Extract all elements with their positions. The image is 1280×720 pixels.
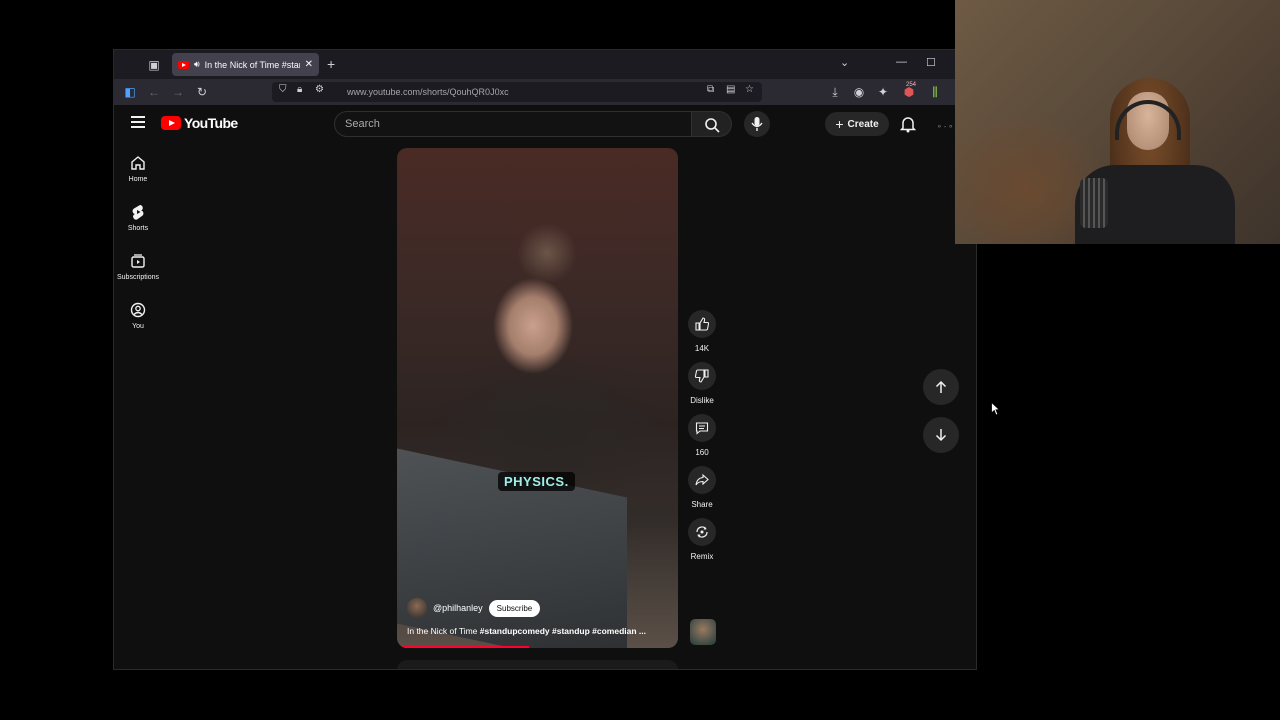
sidebar-item-home[interactable]: Home	[114, 155, 162, 183]
youtube-favicon-icon	[178, 60, 189, 69]
youtube-wordmark: YouTube	[184, 115, 238, 131]
comment-count: 160	[695, 448, 709, 457]
like-count: 14K	[694, 344, 710, 353]
maximize-icon[interactable]: ☐	[926, 56, 936, 69]
short-video-player[interactable]: PHYSICS. @philhanley Subscribe In the Ni…	[397, 148, 678, 648]
comments-button[interactable]: 160	[684, 414, 720, 457]
microphone-prop	[1080, 178, 1108, 228]
subscriptions-icon	[131, 254, 145, 268]
thumbs-down-icon	[695, 369, 709, 383]
create-label: Create	[847, 118, 879, 130]
video-title[interactable]: In the Nick of Time #standupcomedy #stan…	[407, 626, 672, 636]
tab-list-chevron-icon[interactable]: ⌄	[840, 56, 849, 69]
you-icon	[130, 302, 146, 318]
like-button[interactable]: 14K	[684, 310, 720, 353]
equalizer-icon[interactable]: ⫼	[927, 84, 943, 100]
sidebar-item-shorts[interactable]: Shorts	[114, 204, 162, 232]
dislike-label: Dislike	[690, 396, 714, 405]
youtube-play-icon	[161, 116, 181, 130]
sidebar-item-you[interactable]: You	[114, 302, 162, 330]
new-tab-icon[interactable]: +	[327, 56, 335, 72]
video-title-text: In the Nick of Time	[407, 626, 480, 636]
youtube-logo[interactable]: YouTube	[161, 115, 238, 131]
sidebar-item-label: Subscriptions	[116, 274, 160, 281]
plus-icon: +	[835, 116, 844, 132]
comment-icon	[695, 422, 709, 435]
search-input[interactable]: Search	[334, 111, 692, 137]
webcam-overlay	[955, 0, 1280, 244]
reload-icon[interactable]: ↻	[194, 84, 210, 100]
sidebar-toggle-icon[interactable]: ◧	[122, 84, 138, 100]
reader-view-icon[interactable]: ▤	[726, 84, 735, 95]
sidebar-item-subscriptions[interactable]: Subscriptions	[114, 253, 162, 281]
search-icon	[705, 118, 720, 133]
lock-icon[interactable]: 🔒︎	[297, 84, 302, 95]
browser-window: ▣ 🔊︎ In the Nick of Time #standu ✕ + ⌄ —…	[113, 49, 977, 670]
tab-bar: ▣ 🔊︎ In the Nick of Time #standu ✕ + ⌄ —…	[114, 50, 976, 79]
tab-manager-icon[interactable]: ▣	[146, 57, 162, 73]
thumbs-up-icon	[695, 317, 709, 331]
url-text: www.youtube.com/shorts/QouhQR0J0xc	[347, 87, 509, 97]
tab-active[interactable]: 🔊︎ In the Nick of Time #standu ✕	[172, 53, 319, 76]
youtube-page: YouTube Search + Create ⚬-⚬- Home Shorts…	[114, 105, 976, 669]
nav-bar: ◧ ← → ↻ ⛉ 🔒︎ ⚙ www.youtube.com/shorts/Qo…	[114, 79, 976, 105]
video-caption: PHYSICS.	[498, 472, 575, 491]
speaker-icon[interactable]: 🔊︎	[194, 59, 200, 70]
downloads-icon[interactable]: ⤓	[827, 84, 843, 100]
channel-row: @philhanley Subscribe	[407, 598, 541, 618]
remix-icon	[696, 526, 708, 538]
previous-short-button[interactable]	[923, 369, 959, 405]
home-icon	[131, 156, 145, 170]
tab-title: In the Nick of Time #standu	[204, 59, 300, 70]
picture-in-picture-icon[interactable]: ⧉	[707, 84, 714, 95]
extensions-icon[interactable]: ✦	[875, 84, 891, 100]
sidebar-item-label: You	[132, 323, 144, 330]
url-bar[interactable]: ⛉ 🔒︎ ⚙ www.youtube.com/shorts/QouhQR0J0x…	[272, 82, 762, 102]
subscribe-button[interactable]: Subscribe	[488, 599, 541, 617]
microphone-icon	[751, 117, 763, 131]
arrow-up-icon	[935, 380, 947, 393]
sidebar-item-label: Home	[128, 176, 148, 183]
arrow-down-icon	[935, 429, 947, 442]
share-arrow-icon	[695, 473, 709, 486]
create-button[interactable]: + Create	[825, 112, 889, 136]
mouse-cursor-icon	[991, 402, 1001, 416]
notifications-bell-icon[interactable]	[899, 115, 917, 133]
search-button[interactable]	[692, 111, 732, 137]
minimize-icon[interactable]: —	[896, 56, 907, 68]
channel-name[interactable]: @philhanley	[433, 603, 483, 613]
remix-label: Remix	[690, 552, 714, 561]
next-short-button[interactable]	[923, 417, 959, 453]
back-icon[interactable]: ←	[146, 84, 162, 100]
sidebar-item-label: Shorts	[127, 225, 149, 232]
share-button[interactable]: Share	[684, 466, 720, 509]
forward-icon[interactable]: →	[170, 84, 186, 100]
permissions-icon[interactable]: ⚙	[315, 84, 324, 95]
shield-icon[interactable]: ⛉	[279, 84, 287, 95]
voice-search-button[interactable]	[744, 111, 770, 137]
dislike-button[interactable]: Dislike	[684, 362, 720, 405]
shorts-icon	[132, 205, 144, 220]
channel-avatar[interactable]	[407, 598, 427, 618]
extension-badge: 254	[906, 82, 917, 88]
menu-icon[interactable]	[131, 116, 145, 128]
video-hashtags[interactable]: #standupcomedy #standup #comedian ...	[480, 626, 646, 636]
video-progress-bar[interactable]	[397, 646, 530, 648]
screen: ▣ 🔊︎ In the Nick of Time #standu ✕ + ⌄ —…	[0, 0, 1280, 720]
tab-close-icon[interactable]: ✕	[305, 59, 313, 70]
remix-button[interactable]: Remix	[684, 518, 720, 561]
sound-thumbnail[interactable]	[690, 619, 716, 645]
bookmark-star-icon[interactable]: ☆	[745, 84, 754, 95]
share-label: Share	[691, 500, 713, 509]
account-icon[interactable]: ◉	[851, 84, 867, 100]
next-short-preview[interactable]	[397, 660, 678, 669]
